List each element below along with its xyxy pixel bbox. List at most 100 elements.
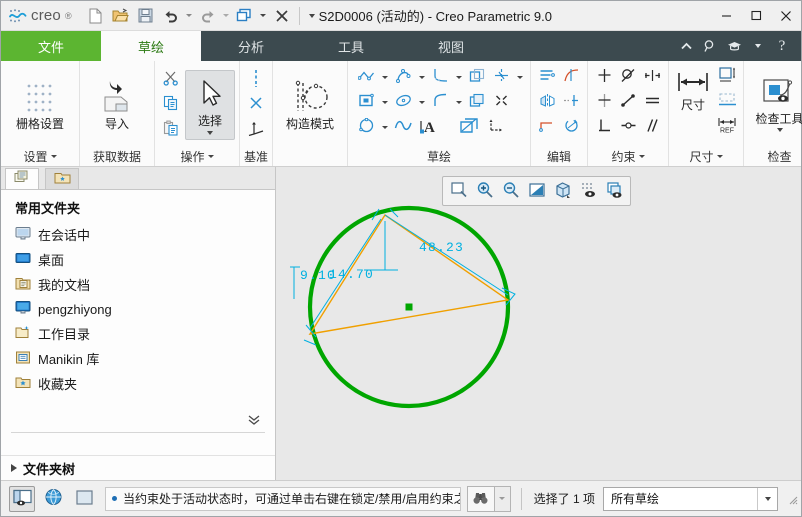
cut-button[interactable] xyxy=(159,68,183,92)
text-button[interactable]: A xyxy=(415,115,443,139)
nav-item-my-documents[interactable]: 我的文档 xyxy=(1,272,275,297)
folder-tree-expand-icon[interactable] xyxy=(11,464,17,472)
group-setup-dropdown-icon[interactable] xyxy=(50,154,57,158)
group-dimension-dropdown-icon[interactable] xyxy=(716,154,723,158)
nav-item-working-directory[interactable]: 工作目录 xyxy=(1,321,275,346)
rectangle-button[interactable] xyxy=(354,90,378,114)
modify-button[interactable] xyxy=(535,65,559,89)
close-window-button[interactable] xyxy=(270,4,294,28)
nav-tab-model-tree[interactable] xyxy=(5,168,39,189)
ellipse-dropdown-button[interactable] xyxy=(415,91,428,113)
minimize-button[interactable] xyxy=(711,1,741,31)
rectangle-dropdown-button[interactable] xyxy=(378,91,391,113)
arc-3point-button[interactable] xyxy=(391,65,415,89)
nav-item-manikin-library[interactable]: Manikin 库 xyxy=(1,346,275,371)
paste-button[interactable] xyxy=(159,118,183,142)
coincident-constraint-button[interactable] xyxy=(616,115,640,139)
line-chain-dropdown-button[interactable] xyxy=(378,66,391,88)
copy-button[interactable] xyxy=(159,93,183,117)
point-button[interactable] xyxy=(244,93,268,117)
close-button[interactable] xyxy=(771,1,801,31)
import-button[interactable]: 导入 xyxy=(84,73,150,136)
inspect-tool-button[interactable]: 检查工具 xyxy=(748,72,802,137)
title-dropdown-button[interactable] xyxy=(305,13,319,18)
nav-item-pengzhiyong[interactable]: pengzhiyong xyxy=(1,297,275,321)
baseline-dimension-button[interactable] xyxy=(715,89,739,113)
group-setup-title[interactable]: 设置 xyxy=(1,146,79,166)
selection-filter-combo[interactable]: 所有草绘 xyxy=(603,486,778,511)
search-icon[interactable] xyxy=(699,35,721,57)
horizontal-constraint-button[interactable] xyxy=(592,90,616,114)
midpoint-constraint-button[interactable] xyxy=(616,90,640,114)
line-chain-button[interactable] xyxy=(354,65,378,89)
new-file-button[interactable] xyxy=(84,4,108,28)
fillet-button[interactable] xyxy=(428,65,452,89)
equal-constraint-button[interactable] xyxy=(640,90,664,114)
chevron-up-icon[interactable] xyxy=(675,35,697,57)
open-file-button[interactable] xyxy=(109,4,133,28)
palette-button[interactable] xyxy=(455,115,483,139)
divide-button[interactable] xyxy=(559,65,583,89)
maximize-button[interactable] xyxy=(741,1,771,31)
sketch-geometry[interactable]: 48.23 9.10 14.70 xyxy=(276,195,801,480)
nav-item-desktop[interactable]: 桌面 xyxy=(1,247,275,272)
tab-sketch[interactable]: 草绘 xyxy=(101,31,201,61)
ellipse-button[interactable] xyxy=(391,90,415,114)
window-button[interactable] xyxy=(233,4,257,28)
expand-chevrons-icon[interactable] xyxy=(247,414,261,429)
reference-dimension-button[interactable]: REF xyxy=(715,114,739,138)
delete-segment-button[interactable] xyxy=(559,90,583,114)
fullscreen-toggle-button[interactable] xyxy=(71,486,97,512)
group-constraints-title[interactable]: 约束 xyxy=(588,146,668,166)
parallel-constraint-button[interactable] xyxy=(640,115,664,139)
coordinate-system-button[interactable] xyxy=(244,118,268,142)
group-operations-title[interactable]: 操作 xyxy=(155,146,239,166)
navigator-toggle-button[interactable] xyxy=(9,485,35,512)
corner-button[interactable] xyxy=(535,115,559,139)
selection-filter-dropdown-icon[interactable] xyxy=(757,487,777,510)
group-operations-dropdown-icon[interactable] xyxy=(207,154,214,158)
point-sketch-button[interactable] xyxy=(489,90,513,114)
centerline-button[interactable] xyxy=(244,68,268,92)
save-button[interactable] xyxy=(134,4,158,28)
thicken-button[interactable] xyxy=(465,90,489,114)
dimension-button[interactable]: 尺寸 xyxy=(673,64,713,117)
circle-button[interactable] xyxy=(354,115,378,139)
spline-corner-dropdown-button[interactable] xyxy=(452,91,465,113)
tangent-constraint-button[interactable] xyxy=(616,65,640,89)
construction-mode-button[interactable]: 构造模式 xyxy=(277,73,343,136)
resize-grip[interactable] xyxy=(786,493,798,505)
undo-dropdown-button[interactable] xyxy=(184,5,195,27)
offset-button[interactable] xyxy=(465,65,489,89)
undo-button[interactable] xyxy=(159,4,183,28)
question-mark-icon[interactable]: ? xyxy=(771,35,793,57)
spline-corner-button[interactable] xyxy=(428,90,452,114)
tab-analysis[interactable]: 分析 xyxy=(201,31,301,61)
group-constraints-dropdown-icon[interactable] xyxy=(638,154,645,158)
vertical-constraint-button[interactable] xyxy=(592,65,616,89)
tab-view[interactable]: 视图 xyxy=(401,31,501,61)
perimeter-dimension-button[interactable] xyxy=(715,64,739,88)
tab-file[interactable]: 文件 xyxy=(1,31,101,61)
coord-sketch-button[interactable] xyxy=(483,115,507,139)
redo-button[interactable] xyxy=(196,4,220,28)
redo-dropdown-button[interactable] xyxy=(221,5,232,27)
fillet-dropdown-button[interactable] xyxy=(452,66,465,88)
nav-tab-favorites[interactable] xyxy=(45,168,79,189)
arc-dropdown-button[interactable] xyxy=(415,66,428,88)
rotate-resize-button[interactable] xyxy=(559,115,583,139)
nav-item-in-session[interactable]: 在会话中 xyxy=(1,222,275,247)
graphics-window[interactable]: 48.23 9.10 14.70 xyxy=(276,167,801,480)
graduation-cap-icon[interactable] xyxy=(723,35,745,57)
select-dropdown-icon[interactable] xyxy=(207,130,213,135)
perpendicular-constraint-button[interactable] xyxy=(592,115,616,139)
spline-button[interactable] xyxy=(391,115,415,139)
folder-tree-section[interactable]: 文件夹树 xyxy=(1,455,275,480)
chamfer-dropdown-button[interactable] xyxy=(513,66,526,88)
browser-toggle-button[interactable] xyxy=(40,486,66,512)
circle-dropdown-button[interactable] xyxy=(378,116,391,138)
window-dropdown-button[interactable] xyxy=(258,5,269,27)
tab-tools[interactable]: 工具 xyxy=(301,31,401,61)
chamfer-button[interactable] xyxy=(489,65,513,89)
nav-item-favorites[interactable]: 收藏夹 xyxy=(1,371,275,396)
